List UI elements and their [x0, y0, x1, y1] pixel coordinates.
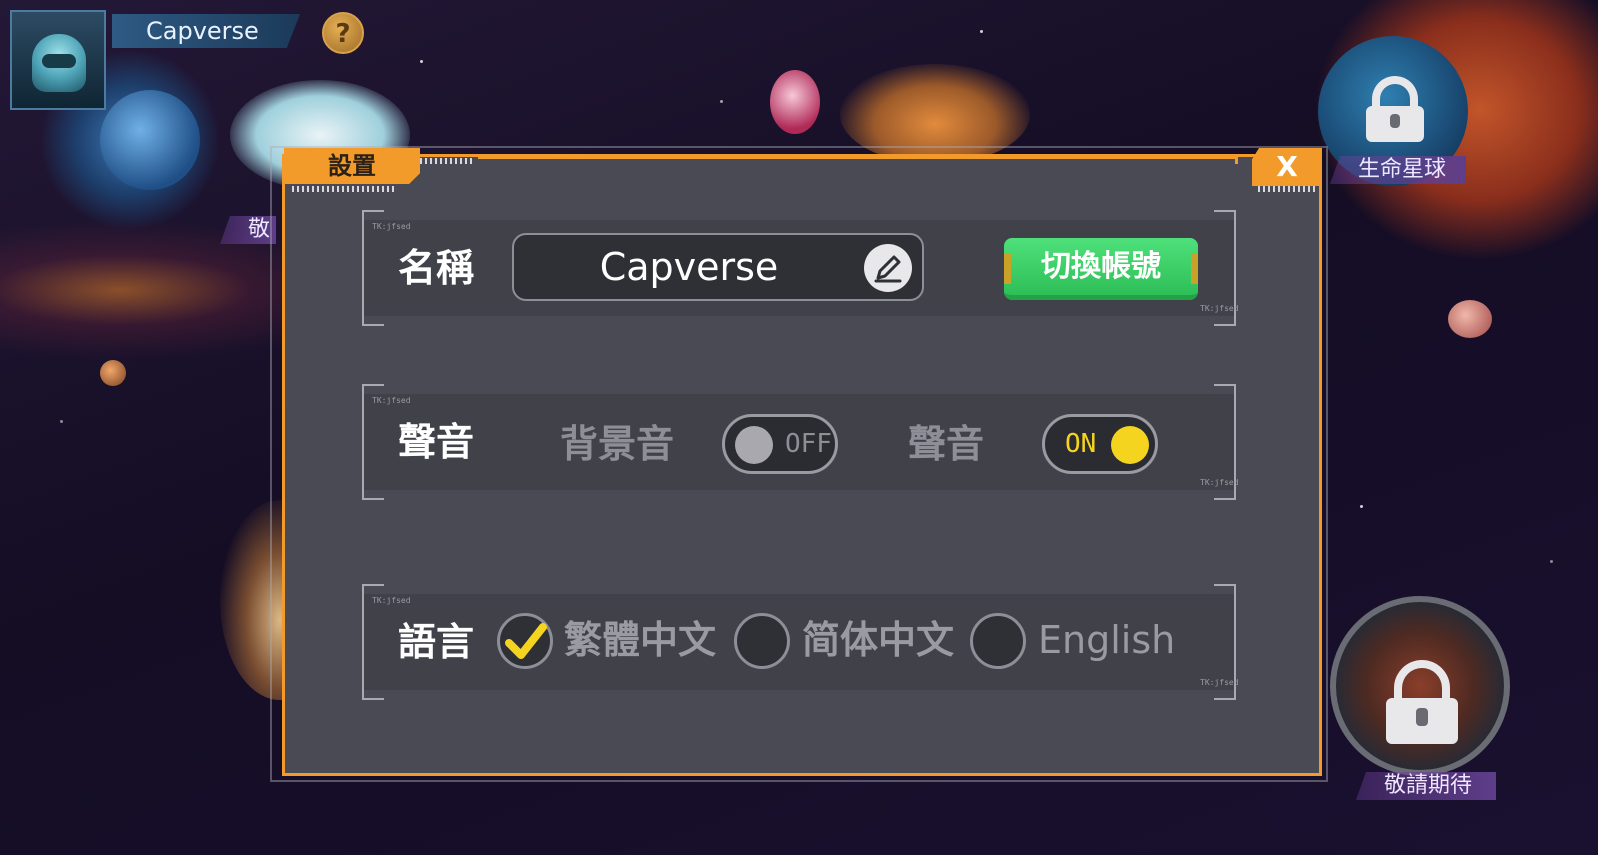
row-tag: TK:jfsed	[1200, 304, 1239, 313]
tick-decoration	[1258, 186, 1316, 192]
background-planet	[100, 90, 200, 190]
sfx-label: 聲音	[908, 422, 985, 466]
star	[720, 100, 723, 103]
star	[60, 420, 63, 423]
switch-account-button[interactable]: 切換帳號	[1004, 238, 1198, 300]
bgm-label: 背景音	[560, 422, 675, 466]
avatar-visor	[42, 54, 76, 68]
edit-pencil-icon[interactable]	[864, 244, 912, 292]
close-icon[interactable]: X	[1252, 148, 1322, 186]
modal-top-strip	[478, 156, 1238, 164]
toggle-knob	[1111, 426, 1149, 464]
player-avatar[interactable]	[10, 10, 106, 110]
language-option-traditional[interactable]: 繁體中文	[564, 618, 716, 662]
coming-soon-label: 敬請期待	[1356, 772, 1496, 800]
bgm-toggle[interactable]: OFF	[722, 414, 838, 474]
star	[1550, 560, 1553, 563]
sfx-toggle[interactable]: ON	[1042, 414, 1158, 474]
language-label: 語言	[398, 620, 475, 664]
sfx-state: ON	[1065, 429, 1097, 459]
language-option-traditional-checkbox[interactable]	[497, 613, 553, 669]
row-tag: TK:jfsed	[1200, 678, 1239, 687]
sound-label: 聲音	[398, 420, 475, 464]
language-option-english[interactable]: English	[1038, 618, 1175, 662]
language-option-simplified-checkbox[interactable]	[734, 613, 790, 669]
button-cap	[1191, 254, 1198, 284]
settings-title: 設置	[284, 148, 420, 184]
toggle-knob	[735, 426, 773, 464]
bgm-state: OFF	[785, 429, 832, 459]
checkmark-icon	[505, 623, 547, 659]
player-name-tag: Capverse	[112, 14, 300, 48]
name-field[interactable]: Capverse	[512, 233, 924, 301]
star	[420, 60, 423, 63]
language-option-english-checkbox[interactable]	[970, 613, 1026, 669]
star	[980, 30, 983, 33]
row-tag: TK:jfsed	[372, 596, 411, 605]
tick-decoration	[292, 186, 396, 192]
row-tag: TK:jfsed	[372, 396, 411, 405]
star	[1360, 505, 1363, 508]
background-planet	[1448, 300, 1492, 338]
background-planet	[100, 360, 126, 386]
name-label: 名稱	[398, 246, 475, 290]
life-planet-label: 生命星球	[1330, 156, 1466, 184]
name-value: Capverse	[599, 245, 779, 289]
tick-decoration	[420, 158, 472, 164]
switch-account-label: 切換帳號	[1041, 249, 1161, 284]
language-option-simplified[interactable]: 简体中文	[802, 618, 954, 662]
partial-planet-label: 敬	[220, 216, 276, 244]
background-planet	[770, 70, 820, 134]
help-icon[interactable]: ?	[322, 12, 364, 54]
row-tag: TK:jfsed	[372, 222, 411, 231]
button-cap	[1004, 254, 1011, 284]
row-tag: TK:jfsed	[1200, 478, 1239, 487]
